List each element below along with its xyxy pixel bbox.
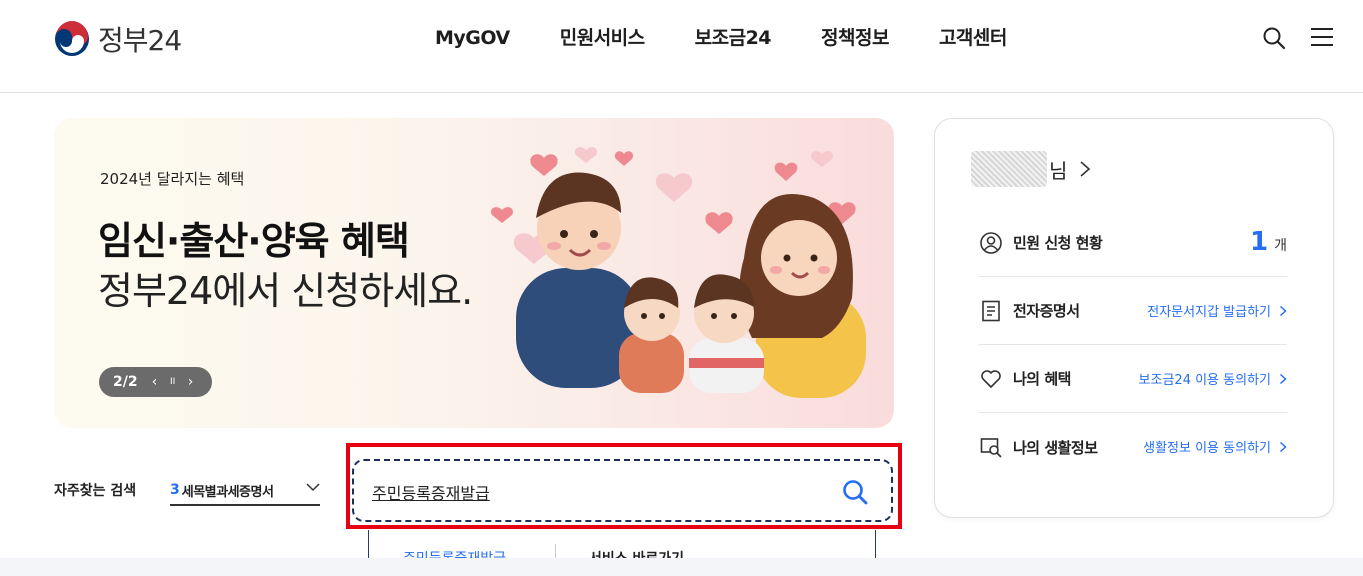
nav-item-mygov[interactable]: MyGOV	[435, 24, 510, 52]
taegeuk-logo-icon	[55, 21, 89, 56]
chevron-right-icon	[1279, 441, 1287, 452]
user-honorific: 님	[1049, 158, 1068, 183]
logo-text: 정부24	[98, 24, 182, 57]
nav-item-civil-service[interactable]: 민원서비스	[560, 24, 645, 52]
chevron-down-icon	[306, 483, 320, 492]
main-search-box	[352, 459, 893, 522]
nav-item-policy-info[interactable]: 정책정보	[821, 24, 889, 52]
search-icon[interactable]	[1262, 26, 1286, 50]
family-illustration	[491, 147, 866, 398]
subsidy-consent-link[interactable]: 보조금24 이용 동의하기	[1139, 369, 1287, 388]
panel-row-application-status[interactable]: 민원 신청 현황 1 개	[979, 209, 1287, 277]
panel-row-e-certificate[interactable]: 전자증명서 전자문서지갑 발급하기	[979, 277, 1287, 345]
link-text: 생활정보 이용 동의하기	[1143, 441, 1271, 456]
count-unit: 개	[1274, 238, 1287, 254]
banner-pause-button[interactable]: II	[164, 377, 182, 387]
panel-row-label: 민원 신청 현황	[1013, 234, 1103, 252]
gov24-logo[interactable]: 정부24	[54, 19, 182, 59]
count-value: 1	[1250, 227, 1269, 257]
life-info-consent-link[interactable]: 생활정보 이용 동의하기	[1143, 437, 1287, 456]
application-count: 1 개	[1250, 227, 1287, 257]
link-text: 보조금24 이용 동의하기	[1138, 373, 1271, 388]
nav-item-customer-center[interactable]: 고객센터	[939, 24, 1007, 52]
section-background	[0, 558, 1363, 576]
main-search-input[interactable]	[372, 479, 812, 505]
banner-subtitle: 2024년 달라지는 혜택	[100, 170, 245, 188]
panel-row-life-info[interactable]: 나의 생활정보 생활정보 이용 동의하기	[979, 413, 1287, 481]
promo-banner[interactable]: 2024년 달라지는 혜택 임신·출산·양육 혜택 정부24에서 신청하세요. …	[54, 118, 894, 428]
document-icon	[982, 300, 1000, 321]
banner-description: 정부24에서 신청하세요.	[98, 269, 473, 313]
chevron-right-icon	[1279, 305, 1287, 316]
chevron-right-icon	[1080, 161, 1091, 177]
panel-row-label: 나의 혜택	[1013, 370, 1071, 388]
search-submit-icon[interactable]	[841, 478, 869, 506]
banner-pager: 2/2 ‹ II ›	[99, 367, 212, 397]
user-circle-icon	[980, 231, 1002, 254]
quick-search-label: 자주찾는 검색	[54, 483, 137, 499]
user-panel: 님 민원 신청 현황 1 개 전자증명서 전자문서지갑 발급하기 나의 혜택 보…	[934, 118, 1334, 518]
banner-title: 임신·출산·양육 혜택	[98, 219, 410, 263]
quick-search-rank: 3	[170, 482, 180, 498]
panel-row-my-benefits[interactable]: 나의 혜택 보조금24 이용 동의하기	[979, 345, 1287, 413]
quick-search-term: 세목별과세증명서	[181, 484, 274, 500]
user-name-link[interactable]: 님	[971, 151, 1091, 187]
banner-page-count: 2/2	[113, 374, 138, 390]
heart-icon	[981, 369, 1001, 388]
e-wallet-issue-link[interactable]: 전자문서지갑 발급하기	[1147, 301, 1287, 320]
screen-search-icon	[980, 438, 1002, 458]
quick-search-dropdown[interactable]: 3 세목별과세증명서	[170, 476, 320, 506]
nav-item-subsidy24[interactable]: 보조금24	[695, 24, 772, 52]
link-text: 전자문서지갑 발급하기	[1147, 305, 1271, 320]
panel-row-label: 전자증명서	[1013, 302, 1080, 320]
chevron-right-icon	[1279, 373, 1287, 384]
masked-user-name	[971, 151, 1047, 187]
banner-next-button[interactable]: ›	[182, 374, 200, 390]
banner-prev-button[interactable]: ‹	[146, 374, 164, 390]
global-nav: MyGOV 민원서비스 보조금24 정책정보 고객센터	[410, 24, 1032, 52]
site-header: 정부24 MyGOV 민원서비스 보조금24 정책정보 고객센터	[0, 0, 1363, 93]
hamburger-menu-icon[interactable]	[1311, 27, 1333, 47]
panel-row-label: 나의 생활정보	[1013, 438, 1098, 457]
